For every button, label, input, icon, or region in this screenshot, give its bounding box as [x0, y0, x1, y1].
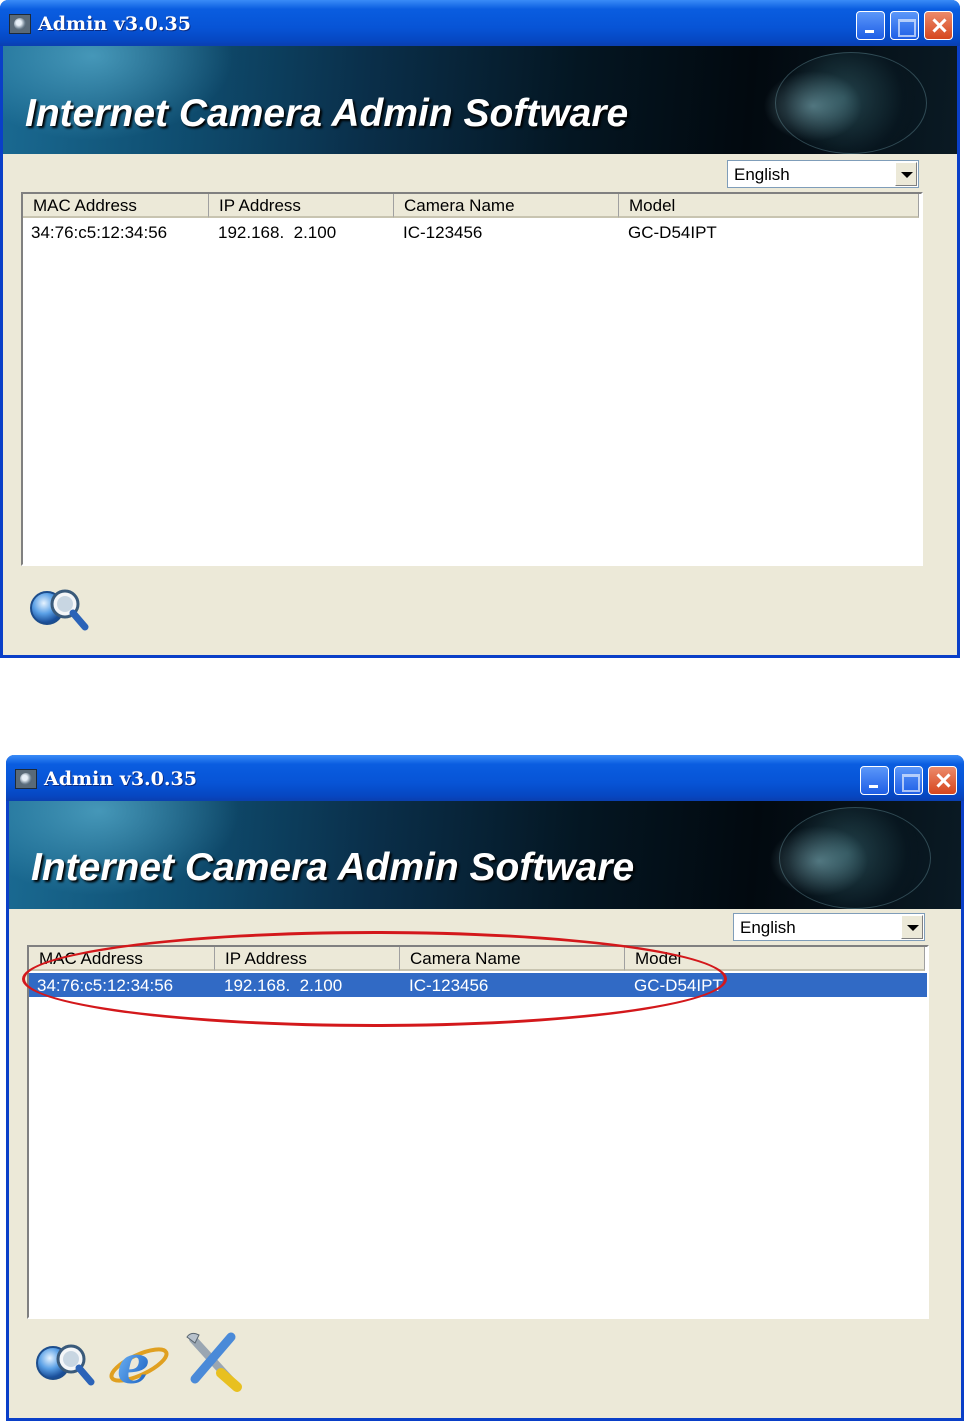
search-camera-icon[interactable]	[31, 1335, 95, 1393]
cell-model: GC-D54IPT	[628, 223, 717, 242]
admin-window-1: Admin v3.0.35 Internet Camera Admin Soft…	[0, 0, 960, 658]
maximize-button[interactable]	[890, 11, 919, 40]
setup-tools-icon[interactable]	[181, 1329, 245, 1392]
language-select[interactable]: English	[733, 913, 925, 941]
search-camera-icon[interactable]	[25, 580, 89, 638]
column-header-model[interactable]: Model	[619, 194, 919, 218]
banner-title: Internet Camera Admin Software	[31, 846, 635, 889]
camera-list[interactable]: MAC Address IP Address Camera Name Model…	[21, 192, 923, 566]
banner: Internet Camera Admin Software	[9, 801, 961, 909]
title-bar[interactable]: Admin v3.0.35	[6, 755, 964, 801]
column-header-mac[interactable]: MAC Address	[23, 194, 209, 218]
list-header: MAC Address IP Address Camera Name Model	[23, 194, 919, 218]
dropdown-arrow-icon[interactable]	[895, 162, 917, 186]
cell-camera-name: IC-123456	[403, 223, 483, 242]
internet-explorer-icon[interactable]: e	[107, 1333, 171, 1396]
banner: Internet Camera Admin Software	[3, 46, 957, 154]
app-camera-icon	[9, 14, 31, 34]
banner-title: Internet Camera Admin Software	[25, 92, 629, 135]
language-value: English	[740, 918, 796, 937]
maximize-button[interactable]	[894, 766, 923, 795]
cell-ip: 192.168. 2.100	[218, 223, 337, 242]
annotation-ellipse	[22, 931, 727, 1027]
language-value: English	[734, 165, 790, 184]
column-header-camera-name[interactable]: Camera Name	[394, 194, 619, 218]
close-button[interactable]	[924, 11, 953, 40]
dropdown-arrow-icon[interactable]	[901, 915, 923, 939]
column-header-ip[interactable]: IP Address	[209, 194, 394, 218]
language-select[interactable]: English	[727, 160, 919, 188]
cell-mac: 34:76:c5:12:34:56	[31, 223, 168, 242]
app-camera-icon	[15, 769, 37, 789]
minimize-button[interactable]	[856, 11, 885, 40]
window-title: Admin v3.0.35	[44, 768, 197, 790]
svg-text:e: e	[117, 1335, 150, 1393]
table-row[interactable]: 34:76:c5:12:34:56 192.168. 2.100 IC-1234…	[23, 220, 921, 244]
close-button[interactable]	[928, 766, 957, 795]
minimize-button[interactable]	[860, 766, 889, 795]
admin-window-2: Admin v3.0.35 Internet Camera Admin Soft…	[6, 755, 964, 1421]
title-bar[interactable]: Admin v3.0.35	[0, 0, 960, 46]
window-title: Admin v3.0.35	[38, 13, 191, 35]
